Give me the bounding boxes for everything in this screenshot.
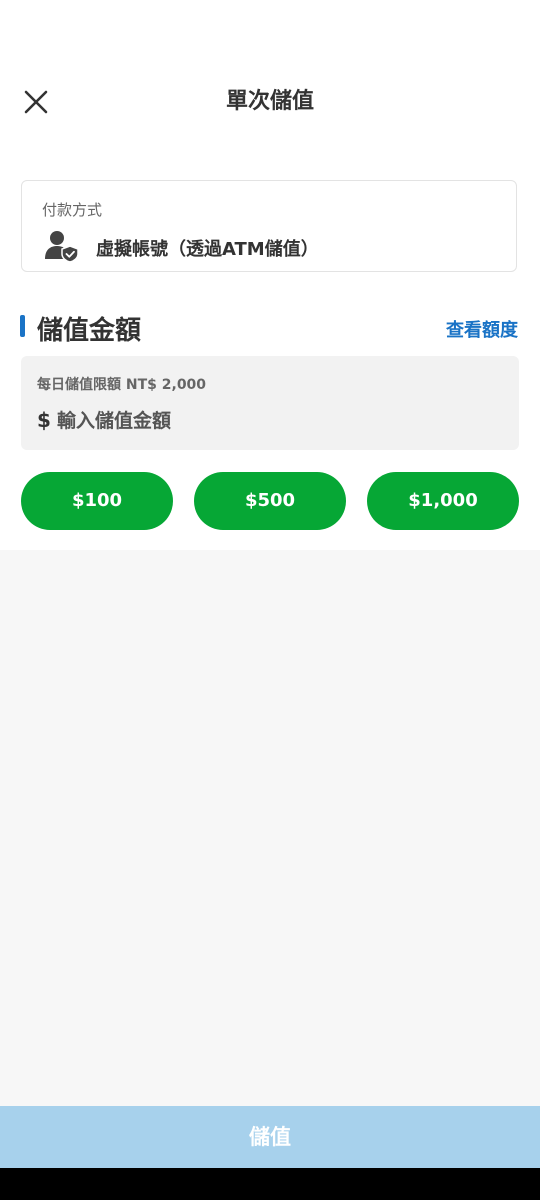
quick-amount-1000-button[interactable]: $1,000	[367, 472, 519, 530]
section-title: 儲值金額	[37, 316, 142, 346]
system-nav-bar	[0, 1168, 540, 1200]
close-button[interactable]	[18, 84, 54, 120]
quick-amount-500-button[interactable]: $500	[194, 472, 346, 530]
daily-limit-text: 每日儲值限額 NT$ 2,000	[37, 377, 207, 393]
amount-input-box[interactable]: 每日儲值限額 NT$ 2,000 $	[21, 356, 519, 450]
submit-button[interactable]: 儲值	[0, 1106, 540, 1168]
header: 單次儲值	[0, 70, 540, 134]
user-shield-icon	[45, 231, 79, 263]
amount-input[interactable]	[57, 406, 497, 436]
close-icon	[24, 90, 48, 114]
payment-method-label: 付款方式	[42, 201, 103, 219]
currency-symbol: $	[37, 408, 51, 432]
payment-method-value: 虛擬帳號（透過ATM儲值）	[96, 239, 319, 260]
section-accent-bar	[20, 315, 25, 337]
view-quota-link[interactable]: 查看額度	[446, 316, 518, 342]
content-background	[0, 550, 540, 1106]
payment-method-card[interactable]: 付款方式 虛擬帳號（透過ATM儲值）	[21, 180, 517, 272]
page-title: 單次儲值	[225, 89, 314, 114]
quick-amount-100-button[interactable]: $100	[21, 472, 173, 530]
